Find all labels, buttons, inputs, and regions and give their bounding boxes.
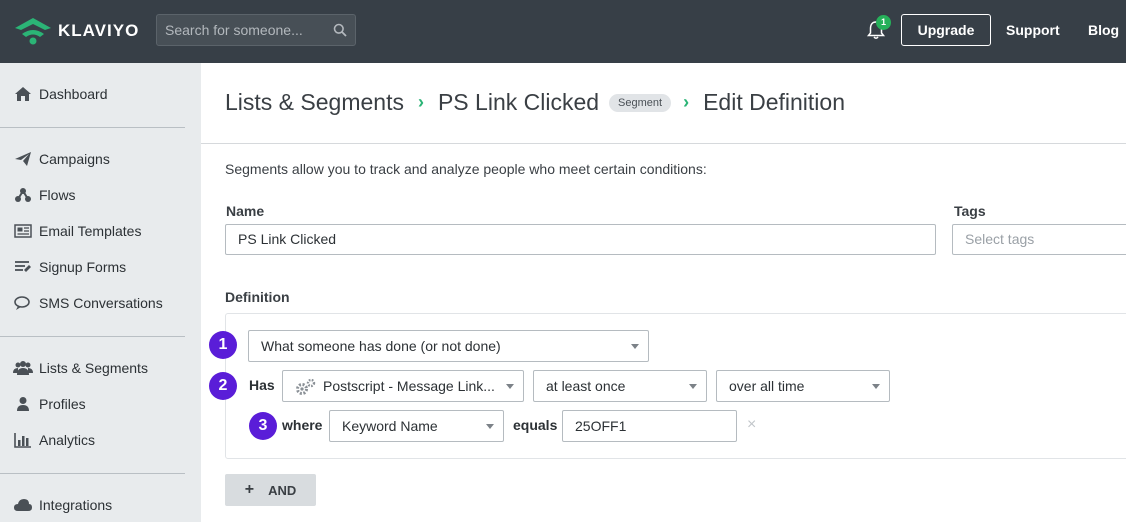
caret-down-icon: [631, 344, 639, 349]
sidebar-item-label: Lists & Segments: [39, 360, 148, 376]
logo-text: KLAVIYO: [58, 21, 140, 40]
klaviyo-logo[interactable]: KLAVIYO: [13, 16, 139, 46]
sidebar-item-campaigns[interactable]: Campaigns: [13, 149, 110, 169]
where-label: where: [282, 417, 323, 433]
sidebar-item-signup-forms[interactable]: Signup Forms: [13, 257, 126, 277]
chevron-right-icon: ›: [683, 92, 690, 112]
condition-step-2-badge: 2: [209, 372, 237, 400]
sidebar-item-flows[interactable]: Flows: [13, 185, 76, 205]
form-list-icon: [13, 258, 33, 276]
sidebar-divider: [0, 336, 185, 337]
frequency-value: at least once: [546, 378, 626, 394]
operator-label: equals: [513, 417, 558, 433]
search-input[interactable]: [157, 15, 327, 45]
blog-link[interactable]: Blog: [1088, 22, 1119, 38]
sidebar-item-lists-segments[interactable]: Lists & Segments: [13, 358, 148, 378]
metric-value: Postscript - Message Link...: [323, 378, 495, 394]
timeframe-select[interactable]: over all time: [716, 370, 890, 402]
segment-badge: Segment: [609, 93, 672, 112]
breadcrumb-lists-segments-link[interactable]: Lists & Segments: [225, 89, 404, 116]
property-value: Keyword Name: [342, 418, 438, 434]
sidebar-item-label: Signup Forms: [39, 259, 127, 275]
sidebar-item-email-templates[interactable]: Email Templates: [13, 221, 141, 241]
and-button-label: AND: [268, 482, 297, 498]
metric-select[interactable]: Postscript - Message Link...: [282, 370, 524, 402]
condition-type-select[interactable]: What someone has done (or not done): [248, 330, 649, 362]
sidebar-item-label: Analytics: [39, 432, 96, 448]
sidebar-item-label: Dashboard: [39, 86, 108, 102]
breadcrumb-segment-link[interactable]: PS Link Clicked: [438, 89, 599, 116]
notification-count-badge: 1: [876, 15, 891, 30]
sidebar-item-label: Email Templates: [39, 223, 142, 239]
condition-type-value: What someone has done (or not done): [261, 338, 501, 354]
plus-icon: +: [244, 481, 255, 498]
definition-label: Definition: [225, 289, 290, 305]
timeframe-value: over all time: [729, 378, 805, 394]
sidebar-item-integrations[interactable]: Integrations: [13, 495, 112, 515]
chat-icon: [13, 294, 33, 312]
sidebar-item-analytics[interactable]: Analytics: [13, 430, 95, 450]
users-icon: [13, 359, 33, 377]
user-icon: [13, 395, 33, 413]
home-icon: [13, 85, 33, 103]
bar-chart-icon: [13, 431, 33, 449]
sidebar-item-sms-conversations[interactable]: SMS Conversations: [13, 293, 163, 313]
sidebar-divider: [0, 127, 185, 128]
filter-value-input[interactable]: 25OFF1: [562, 410, 737, 442]
cloud-icon: [13, 496, 33, 514]
caret-down-icon: [872, 384, 880, 389]
klaviyo-logo-icon: [15, 18, 51, 45]
search-box[interactable]: [156, 14, 356, 46]
caret-down-icon: [486, 424, 494, 429]
page-title: Edit Definition: [703, 89, 845, 115]
sidebar-divider: [0, 473, 185, 474]
name-field[interactable]: PS Link Clicked: [225, 224, 936, 255]
flow-icon: [13, 186, 33, 204]
chevron-right-icon: ›: [417, 92, 424, 112]
breadcrumb: Lists & Segments › PS Link Clicked Segme…: [225, 89, 845, 116]
caret-down-icon: [689, 384, 697, 389]
sidebar-item-label: SMS Conversations: [39, 295, 163, 311]
condition-step-1-badge: 1: [209, 331, 237, 359]
sidebar-item-profiles[interactable]: Profiles: [13, 394, 86, 414]
gears-icon: [296, 378, 316, 395]
sidebar-item-label: Flows: [39, 187, 76, 203]
frequency-select[interactable]: at least once: [533, 370, 707, 402]
header-divider: [201, 143, 1126, 144]
upgrade-button[interactable]: Upgrade: [901, 14, 991, 46]
search-icon[interactable]: [333, 23, 347, 37]
sidebar-item-label: Integrations: [39, 497, 113, 513]
sidebar-item-dashboard[interactable]: Dashboard: [13, 84, 108, 104]
sidebar-item-label: Profiles: [39, 396, 86, 412]
add-and-condition-button[interactable]: + AND: [225, 474, 316, 506]
sidebar-item-label: Campaigns: [39, 151, 110, 167]
has-label: Has: [249, 377, 275, 393]
tags-select[interactable]: Select tags: [952, 224, 1126, 255]
main-content: Lists & Segments › PS Link Clicked Segme…: [201, 63, 1126, 522]
sidebar: Dashboard Campaigns Flows Email Template…: [0, 63, 201, 522]
property-select[interactable]: Keyword Name: [329, 410, 504, 442]
caret-down-icon: [506, 384, 514, 389]
name-label: Name: [226, 203, 265, 219]
newspaper-icon: [13, 222, 33, 240]
support-link[interactable]: Support: [1006, 22, 1060, 38]
top-navigation-bar: KLAVIYO 1 Upgrade Support Blog: [0, 0, 1126, 63]
remove-filter-icon[interactable]: ×: [747, 416, 756, 434]
tags-label: Tags: [954, 203, 986, 219]
intro-text: Segments allow you to track and analyze …: [225, 161, 707, 177]
paper-plane-icon: [13, 150, 33, 168]
condition-step-3-badge: 3: [249, 412, 277, 440]
